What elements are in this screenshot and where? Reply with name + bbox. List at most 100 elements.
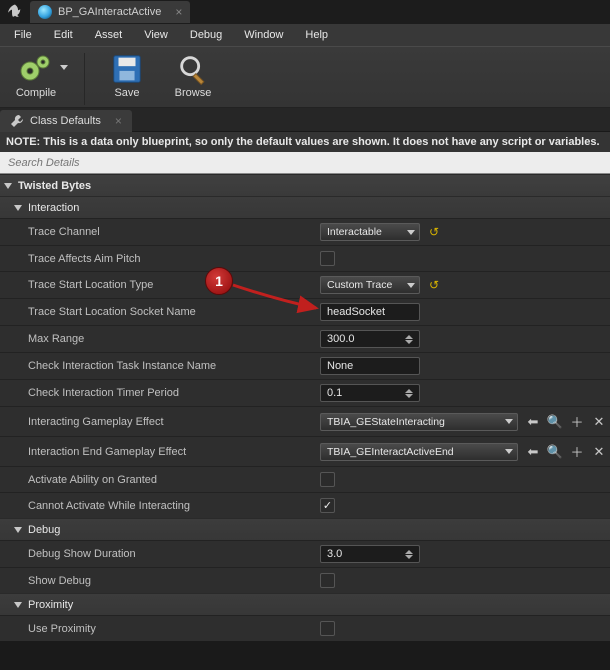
row-cannot-activate-while-interacting: Cannot Activate While Interacting xyxy=(0,492,610,518)
main-toolbar: Compile Save Browse xyxy=(0,46,610,108)
row-trace-channel: Trace Channel Interactable ↺ xyxy=(0,218,610,245)
debug-show-duration-input[interactable]: 3.0 xyxy=(320,545,420,563)
menu-asset[interactable]: Asset xyxy=(85,26,133,44)
chevron-down-icon xyxy=(407,230,415,235)
save-button[interactable]: Save xyxy=(103,51,151,99)
reset-to-default-icon[interactable]: ↺ xyxy=(428,279,440,291)
menu-edit[interactable]: Edit xyxy=(44,26,83,44)
row-use-proximity: Use Proximity xyxy=(0,615,610,641)
trace-start-socket-input[interactable]: headSocket xyxy=(320,303,420,321)
class-defaults-label: Class Defaults xyxy=(30,115,101,127)
row-interaction-end-gameplay-effect: Interaction End Gameplay Effect TBIA_GEI… xyxy=(0,436,610,466)
clear-icon[interactable]: ✕ xyxy=(592,415,606,429)
search-input[interactable] xyxy=(0,157,610,169)
interaction-end-effect-dropdown[interactable]: TBIA_GEInteractActiveEnd xyxy=(320,443,518,461)
prop-label: Show Debug xyxy=(28,575,320,587)
spinner-icon[interactable] xyxy=(405,550,413,559)
browse-label: Browse xyxy=(175,87,212,99)
use-proximity-checkbox[interactable] xyxy=(320,621,335,636)
window-titlebar: BP_GAInteractActive × xyxy=(0,0,610,24)
category-twisted-bytes[interactable]: Twisted Bytes xyxy=(0,174,610,196)
trace-affects-aim-pitch-checkbox[interactable] xyxy=(320,251,335,266)
check-timer-period-input[interactable]: 0.1 xyxy=(320,384,420,402)
spinner-icon[interactable] xyxy=(405,335,413,344)
check-task-instance-input[interactable]: None xyxy=(320,357,420,375)
reset-to-default-icon[interactable]: ↺ xyxy=(428,226,440,238)
use-selected-icon[interactable]: ⬅ xyxy=(526,415,540,429)
compile-button[interactable]: Compile xyxy=(6,51,66,99)
prop-label: Trace Affects Aim Pitch xyxy=(28,253,320,265)
prop-label: Activate Ability on Granted xyxy=(28,474,320,486)
row-activate-on-granted: Activate Ability on Granted xyxy=(0,466,610,492)
menu-debug[interactable]: Debug xyxy=(180,26,232,44)
trace-channel-dropdown[interactable]: Interactable xyxy=(320,223,420,241)
document-tab-title: BP_GAInteractActive xyxy=(58,6,161,18)
interacting-effect-dropdown[interactable]: TBIA_GEStateInteracting xyxy=(320,413,518,431)
compile-label: Compile xyxy=(16,87,56,99)
input-value: headSocket xyxy=(327,306,385,318)
row-check-task-instance-name: Check Interaction Task Instance Name Non… xyxy=(0,352,610,379)
cannot-activate-while-checkbox[interactable] xyxy=(320,498,335,513)
browse-asset-icon[interactable]: 🔍 xyxy=(548,445,562,459)
prop-label: Use Proximity xyxy=(28,623,320,635)
spinner-icon[interactable] xyxy=(405,389,413,398)
dropdown-value: Custom Trace xyxy=(327,279,392,291)
asset-tools: ⬅ 🔍 ＋ ✕ xyxy=(526,445,606,459)
expand-icon xyxy=(14,527,22,533)
wrench-icon xyxy=(10,114,24,128)
prop-label: Trace Start Location Type xyxy=(28,279,320,291)
input-value: 3.0 xyxy=(327,548,342,560)
close-icon[interactable]: × xyxy=(115,114,122,128)
floppy-icon xyxy=(107,51,147,87)
proximity-properties: Use Proximity xyxy=(0,615,610,641)
add-icon[interactable]: ＋ xyxy=(570,415,584,429)
max-range-input[interactable]: 300.0 xyxy=(320,330,420,348)
input-value: None xyxy=(327,360,353,372)
input-value: 0.1 xyxy=(327,387,342,399)
prop-label: Max Range xyxy=(28,333,320,345)
chevron-down-icon[interactable] xyxy=(60,65,68,70)
subcategory-label: Debug xyxy=(28,524,60,536)
activate-on-granted-checkbox[interactable] xyxy=(320,472,335,487)
document-tab[interactable]: BP_GAInteractActive × xyxy=(30,1,190,23)
row-show-debug: Show Debug xyxy=(0,567,610,593)
prop-label: Trace Start Location Socket Name xyxy=(28,306,320,318)
magnifier-icon xyxy=(173,51,213,87)
expand-icon xyxy=(14,205,22,211)
class-defaults-tab[interactable]: Class Defaults × xyxy=(0,110,132,132)
subcategory-label: Proximity xyxy=(28,599,73,611)
close-icon[interactable]: × xyxy=(175,5,182,19)
browse-asset-icon[interactable]: 🔍 xyxy=(548,415,562,429)
dropdown-value: TBIA_GEInteractActiveEnd xyxy=(327,446,454,458)
subcategory-label: Interaction xyxy=(28,202,79,214)
menu-view[interactable]: View xyxy=(134,26,178,44)
prop-label: Cannot Activate While Interacting xyxy=(28,500,320,512)
menu-window[interactable]: Window xyxy=(234,26,293,44)
subcategory-debug[interactable]: Debug xyxy=(0,518,610,540)
prop-label: Debug Show Duration xyxy=(28,548,320,560)
add-icon[interactable]: ＋ xyxy=(570,445,584,459)
prop-label: Interacting Gameplay Effect xyxy=(28,416,320,428)
menu-help[interactable]: Help xyxy=(295,26,338,44)
details-search[interactable] xyxy=(0,152,610,174)
clear-icon[interactable]: ✕ xyxy=(592,445,606,459)
prop-label: Interaction End Gameplay Effect xyxy=(28,446,320,458)
use-selected-icon[interactable]: ⬅ xyxy=(526,445,540,459)
asset-tools: ⬅ 🔍 ＋ ✕ xyxy=(526,415,606,429)
row-trace-affects-aim-pitch: Trace Affects Aim Pitch xyxy=(0,245,610,271)
expand-icon xyxy=(14,602,22,608)
annotation-callout-1: 1 xyxy=(205,267,233,295)
interaction-properties: Trace Channel Interactable ↺ Trace Affec… xyxy=(0,218,610,518)
debug-properties: Debug Show Duration 3.0 Show Debug xyxy=(0,540,610,593)
show-debug-checkbox[interactable] xyxy=(320,573,335,588)
chevron-down-icon xyxy=(505,449,513,454)
prop-label: Check Interaction Timer Period xyxy=(28,387,320,399)
subcategory-interaction[interactable]: Interaction xyxy=(0,196,610,218)
prop-label: Trace Channel xyxy=(28,226,320,238)
browse-button[interactable]: Browse xyxy=(169,51,217,99)
prop-label: Check Interaction Task Instance Name xyxy=(28,360,320,372)
category-label: Twisted Bytes xyxy=(18,180,91,192)
trace-start-location-type-dropdown[interactable]: Custom Trace xyxy=(320,276,420,294)
subcategory-proximity[interactable]: Proximity xyxy=(0,593,610,615)
menu-file[interactable]: File xyxy=(4,26,42,44)
